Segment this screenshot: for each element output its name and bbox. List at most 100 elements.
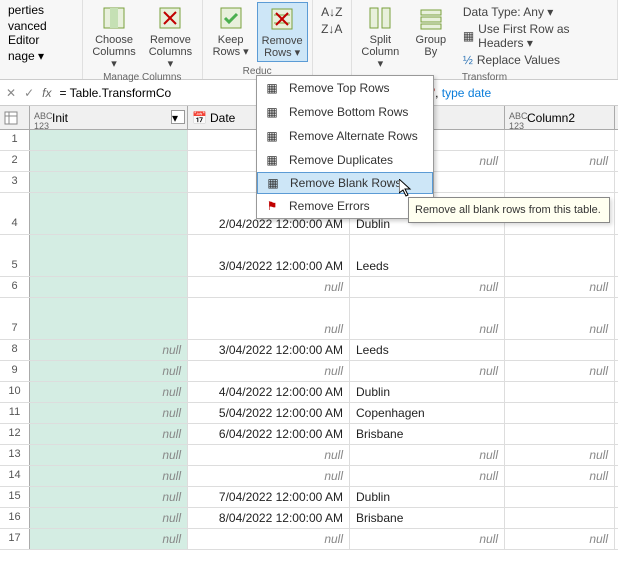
accept-formula-icon[interactable]: ✓ [24, 86, 34, 100]
row-number[interactable]: 16 [0, 508, 30, 528]
table-cell[interactable] [505, 382, 615, 402]
select-all-cell[interactable] [0, 106, 30, 129]
table-cell[interactable]: null [350, 445, 505, 465]
row-number[interactable]: 2 [0, 151, 30, 171]
table-cell[interactable]: null [350, 277, 505, 297]
table-cell[interactable]: 8/04/2022 12:00:00 AM [188, 508, 350, 528]
table-cell[interactable] [30, 298, 188, 339]
table-cell[interactable]: null [188, 445, 350, 465]
table-cell[interactable]: null [505, 151, 615, 171]
table-cell[interactable]: Dublin [350, 382, 505, 402]
row-number[interactable]: 1 [0, 130, 30, 150]
row-number[interactable]: 6 [0, 277, 30, 297]
group-by-button[interactable]: GroupBy [407, 2, 455, 72]
row-number[interactable]: 14 [0, 466, 30, 486]
table-cell[interactable]: 3/04/2022 12:00:00 AM [188, 235, 350, 276]
table-cell[interactable]: 5/04/2022 12:00:00 AM [188, 403, 350, 423]
row-number[interactable]: 13 [0, 445, 30, 465]
choose-columns-button[interactable]: ChooseColumns ▾ [87, 2, 141, 72]
table-cell[interactable] [505, 172, 615, 192]
table-row[interactable]: 6nullnullnull [0, 277, 618, 298]
row-number[interactable]: 10 [0, 382, 30, 402]
filter-chevron-icon[interactable]: ▾ [171, 110, 185, 124]
row-number[interactable]: 7 [0, 298, 30, 339]
table-cell[interactable] [505, 403, 615, 423]
manage-item[interactable]: nage ▾ [4, 48, 48, 64]
keep-rows-button[interactable]: KeepRows ▾ [207, 2, 255, 62]
table-cell[interactable]: Leeds [350, 235, 505, 276]
table-cell[interactable] [30, 151, 188, 171]
table-cell[interactable]: null [30, 361, 188, 381]
remove-columns-button[interactable]: RemoveColumns ▾ [143, 2, 197, 72]
row-number[interactable]: 4 [0, 193, 30, 234]
table-cell[interactable]: Copenhagen [350, 403, 505, 423]
table-cell[interactable] [30, 235, 188, 276]
table-cell[interactable]: 3/04/2022 12:00:00 AM [188, 340, 350, 360]
table-cell[interactable]: null [30, 508, 188, 528]
properties-item[interactable]: perties [4, 2, 48, 18]
table-cell[interactable] [505, 487, 615, 507]
table-cell[interactable]: Brisbane [350, 508, 505, 528]
table-cell[interactable] [505, 424, 615, 444]
table-cell[interactable]: Brisbane [350, 424, 505, 444]
row-number[interactable]: 9 [0, 361, 30, 381]
column-header-col2[interactable]: ABC123Column2 [505, 106, 615, 129]
remove-bottom-rows-item[interactable]: ▦Remove Bottom Rows [257, 100, 433, 124]
table-cell[interactable] [30, 277, 188, 297]
table-cell[interactable]: null [30, 445, 188, 465]
column-header-init[interactable]: ABC123Init▾ [30, 106, 188, 129]
table-row[interactable]: 16null8/04/2022 12:00:00 AMBrisbane [0, 508, 618, 529]
table-row[interactable]: 15null7/04/2022 12:00:00 AMDublin [0, 487, 618, 508]
table-cell[interactable]: 7/04/2022 12:00:00 AM [188, 487, 350, 507]
remove-duplicates-item[interactable]: ▦Remove Duplicates [257, 148, 433, 172]
split-column-button[interactable]: SplitColumn ▾ [356, 2, 405, 72]
sort-desc-button[interactable]: Z↓A [317, 21, 346, 37]
table-cell[interactable] [30, 172, 188, 192]
table-cell[interactable]: null [30, 487, 188, 507]
row-number[interactable]: 8 [0, 340, 30, 360]
table-row[interactable]: 14nullnullnullnull [0, 466, 618, 487]
table-cell[interactable] [505, 340, 615, 360]
table-cell[interactable]: null [188, 277, 350, 297]
table-cell[interactable]: null [505, 466, 615, 486]
table-cell[interactable]: null [30, 382, 188, 402]
table-row[interactable]: 17nullnullnullnull [0, 529, 618, 550]
replace-values-button[interactable]: ½Replace Values [459, 52, 611, 68]
table-cell[interactable]: 6/04/2022 12:00:00 AM [188, 424, 350, 444]
table-cell[interactable]: null [505, 361, 615, 381]
table-cell[interactable]: null [30, 424, 188, 444]
row-number[interactable]: 5 [0, 235, 30, 276]
table-row[interactable]: 7nullnullnull [0, 298, 618, 340]
table-cell[interactable]: null [30, 529, 188, 549]
table-row[interactable]: 11null5/04/2022 12:00:00 AMCopenhagen [0, 403, 618, 424]
table-cell[interactable]: null [350, 466, 505, 486]
row-number[interactable]: 17 [0, 529, 30, 549]
table-cell[interactable]: null [30, 340, 188, 360]
table-row[interactable]: 10null4/04/2022 12:00:00 AMDublin [0, 382, 618, 403]
datatype-button[interactable]: Data Type: Any ▾ [459, 4, 611, 20]
table-cell[interactable]: Leeds [350, 340, 505, 360]
table-cell[interactable]: null [350, 298, 505, 339]
row-number[interactable]: 3 [0, 172, 30, 192]
remove-top-rows-item[interactable]: ▦Remove Top Rows [257, 76, 433, 100]
table-cell[interactable]: null [188, 529, 350, 549]
table-cell[interactable] [30, 130, 188, 150]
table-cell[interactable] [505, 130, 615, 150]
table-row[interactable]: 9nullnullnullnull [0, 361, 618, 382]
table-cell[interactable]: null [188, 361, 350, 381]
table-cell[interactable] [505, 235, 615, 276]
table-cell[interactable]: Dublin [350, 487, 505, 507]
sort-asc-button[interactable]: A↓Z [317, 4, 346, 20]
table-cell[interactable]: null [505, 298, 615, 339]
table-row[interactable]: 5 3/04/2022 12:00:00 AMLeeds [0, 235, 618, 277]
row-number[interactable]: 12 [0, 424, 30, 444]
row-number[interactable]: 15 [0, 487, 30, 507]
table-cell[interactable]: null [505, 277, 615, 297]
remove-alternate-rows-item[interactable]: ▦Remove Alternate Rows [257, 124, 433, 148]
table-cell[interactable] [30, 193, 188, 234]
table-row[interactable]: 12null6/04/2022 12:00:00 AMBrisbane [0, 424, 618, 445]
table-row[interactable]: 13nullnullnullnull [0, 445, 618, 466]
table-cell[interactable]: null [505, 445, 615, 465]
table-cell[interactable]: null [30, 466, 188, 486]
table-cell[interactable]: 4/04/2022 12:00:00 AM [188, 382, 350, 402]
